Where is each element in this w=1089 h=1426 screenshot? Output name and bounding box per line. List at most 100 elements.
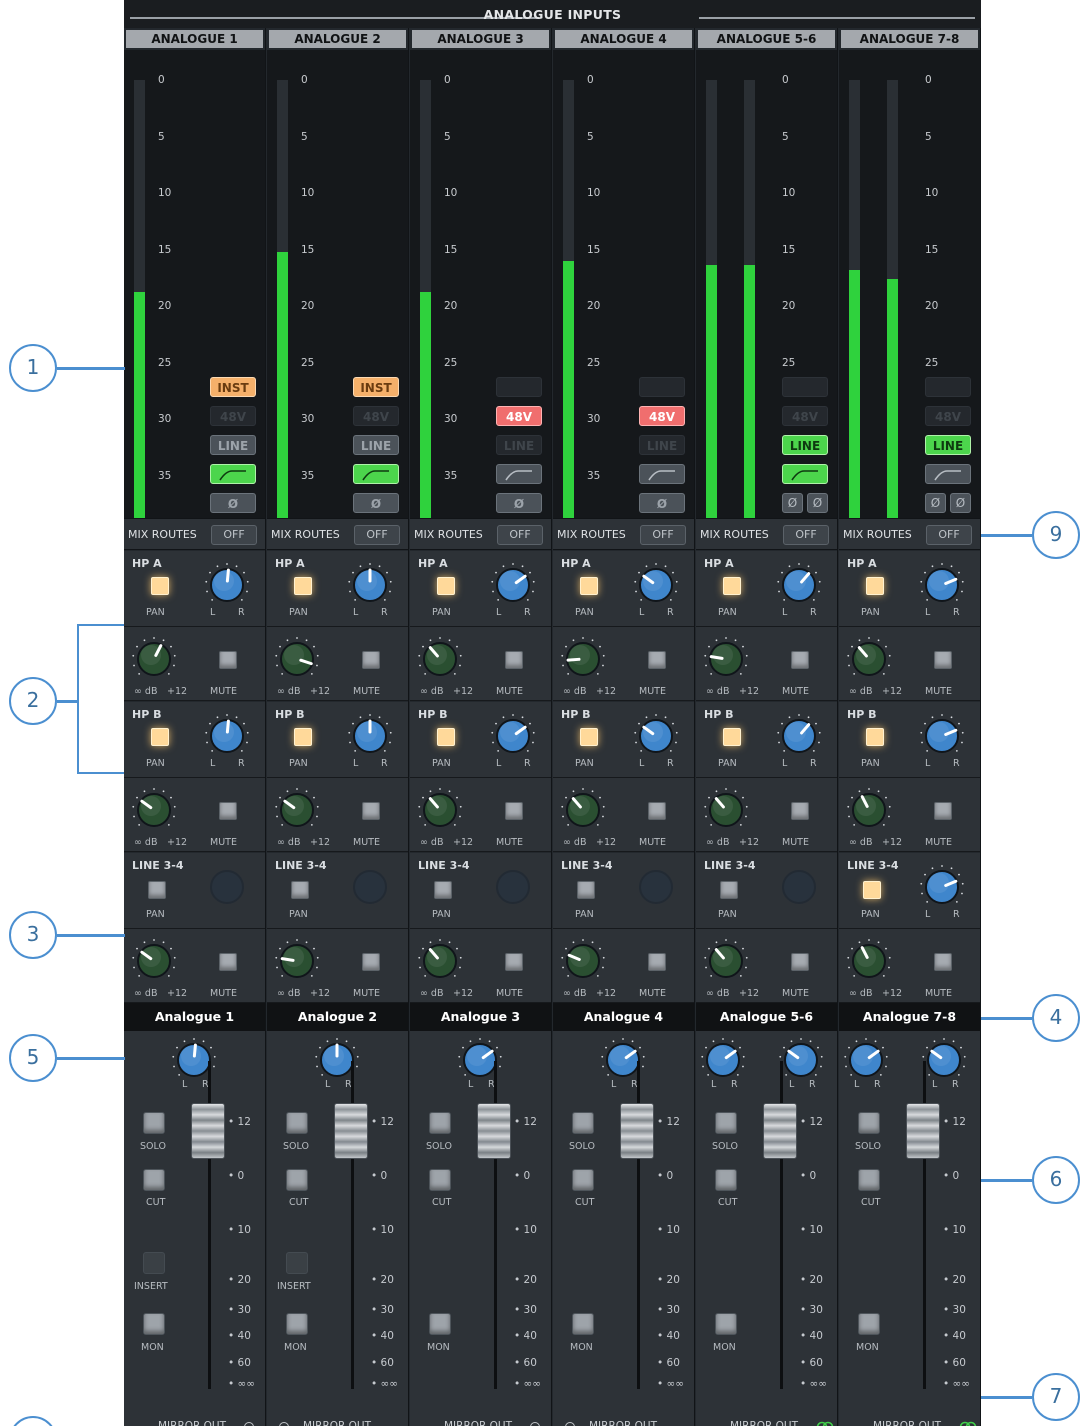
fader-handle[interactable] [763, 1103, 797, 1159]
pan-knob[interactable] [919, 864, 965, 910]
phase-invert-right-button[interactable]: Ø [950, 493, 971, 513]
pan-enable-button[interactable] [437, 728, 455, 746]
mute-button[interactable] [791, 651, 809, 669]
mute-button[interactable] [219, 802, 237, 820]
mirror-out-toggle[interactable] [279, 1422, 289, 1426]
inst-button[interactable]: INST [353, 377, 399, 397]
pan-enable-button[interactable] [577, 881, 595, 899]
send-gain-knob[interactable] [560, 938, 606, 984]
phantom-48v-button[interactable]: 48V [925, 406, 971, 426]
pan-enable-button[interactable] [151, 577, 169, 595]
pan-knob[interactable] [347, 562, 393, 608]
pan-knob[interactable] [776, 713, 822, 759]
monitor-button[interactable] [143, 1313, 165, 1335]
monitor-button[interactable] [429, 1313, 451, 1335]
pan-enable-button[interactable] [294, 577, 312, 595]
mute-button[interactable] [934, 651, 952, 669]
mute-button[interactable] [505, 802, 523, 820]
inst-button[interactable]: INST [210, 377, 256, 397]
pan-knob[interactable] [204, 713, 250, 759]
phantom-48v-button[interactable]: 48V [782, 406, 828, 426]
line-button[interactable]: LINE [496, 435, 542, 455]
pan-knob[interactable] [919, 713, 965, 759]
send-gain-knob[interactable] [846, 787, 892, 833]
pan-enable-button[interactable] [723, 577, 741, 595]
pan-enable-button[interactable] [866, 728, 884, 746]
insert-button[interactable] [143, 1252, 165, 1274]
cut-button[interactable] [286, 1169, 308, 1191]
mute-button[interactable] [648, 953, 666, 971]
send-gain-knob[interactable] [703, 787, 749, 833]
pan-enable-button[interactable] [723, 728, 741, 746]
monitor-button[interactable] [858, 1313, 880, 1335]
phase-invert-button[interactable]: Ø [639, 493, 685, 513]
main-pan-knob[interactable] [778, 1037, 824, 1083]
send-gain-knob[interactable] [274, 938, 320, 984]
line-button[interactable]: LINE [925, 435, 971, 455]
pan-knob[interactable] [919, 562, 965, 608]
insert-button[interactable] [286, 1252, 308, 1274]
send-gain-knob[interactable] [131, 636, 177, 682]
fader-handle[interactable] [906, 1103, 940, 1159]
phase-invert-left-button[interactable]: Ø [925, 493, 946, 513]
mute-button[interactable] [219, 651, 237, 669]
pan-enable-button[interactable] [151, 728, 169, 746]
phantom-48v-button[interactable]: 48V [210, 406, 256, 426]
fader-handle[interactable] [620, 1103, 654, 1159]
fader-handle[interactable] [191, 1103, 225, 1159]
pan-knob[interactable] [347, 864, 393, 910]
phase-invert-right-button[interactable]: Ø [807, 493, 828, 513]
pan-knob[interactable] [347, 713, 393, 759]
mute-button[interactable] [362, 651, 380, 669]
solo-button[interactable] [858, 1112, 880, 1134]
solo-button[interactable] [429, 1112, 451, 1134]
pan-knob[interactable] [204, 864, 250, 910]
mirror-out-toggle[interactable] [565, 1422, 575, 1426]
pan-enable-button[interactable] [291, 881, 309, 899]
line-button[interactable]: LINE [353, 435, 399, 455]
send-gain-knob[interactable] [417, 938, 463, 984]
high-pass-filter-button[interactable] [782, 464, 828, 484]
pan-enable-button[interactable] [434, 881, 452, 899]
fader-handle[interactable] [334, 1103, 368, 1159]
cut-button[interactable] [715, 1169, 737, 1191]
line-button[interactable]: LINE [639, 435, 685, 455]
phase-invert-button[interactable]: Ø [353, 493, 399, 513]
mix-routes-toggle[interactable]: OFF [497, 525, 543, 545]
pan-enable-button[interactable] [720, 881, 738, 899]
high-pass-filter-button[interactable] [496, 464, 542, 484]
send-gain-knob[interactable] [846, 636, 892, 682]
send-gain-knob[interactable] [131, 938, 177, 984]
phase-invert-button[interactable]: Ø [210, 493, 256, 513]
send-gain-knob[interactable] [703, 636, 749, 682]
phantom-48v-button[interactable]: 48V [496, 406, 542, 426]
inst-button[interactable] [782, 377, 828, 397]
monitor-button[interactable] [572, 1313, 594, 1335]
cut-button[interactable] [572, 1169, 594, 1191]
phase-invert-button[interactable]: Ø [496, 493, 542, 513]
pan-enable-button[interactable] [580, 728, 598, 746]
fader-handle[interactable] [477, 1103, 511, 1159]
phantom-48v-button[interactable]: 48V [639, 406, 685, 426]
mute-button[interactable] [362, 802, 380, 820]
inst-button[interactable] [639, 377, 685, 397]
pan-knob[interactable] [490, 864, 536, 910]
mix-routes-toggle[interactable]: OFF [926, 525, 972, 545]
pan-knob[interactable] [633, 562, 679, 608]
mute-button[interactable] [648, 651, 666, 669]
send-gain-knob[interactable] [417, 787, 463, 833]
inst-button[interactable] [496, 377, 542, 397]
solo-button[interactable] [572, 1112, 594, 1134]
mute-button[interactable] [505, 953, 523, 971]
mix-routes-toggle[interactable]: OFF [211, 525, 257, 545]
main-pan-knob[interactable] [843, 1037, 889, 1083]
mute-button[interactable] [219, 953, 237, 971]
mute-button[interactable] [791, 802, 809, 820]
monitor-button[interactable] [286, 1313, 308, 1335]
cut-button[interactable] [429, 1169, 451, 1191]
solo-button[interactable] [143, 1112, 165, 1134]
phase-invert-left-button[interactable]: Ø [782, 493, 803, 513]
high-pass-filter-button[interactable] [353, 464, 399, 484]
pan-knob[interactable] [776, 562, 822, 608]
pan-enable-button[interactable] [580, 577, 598, 595]
